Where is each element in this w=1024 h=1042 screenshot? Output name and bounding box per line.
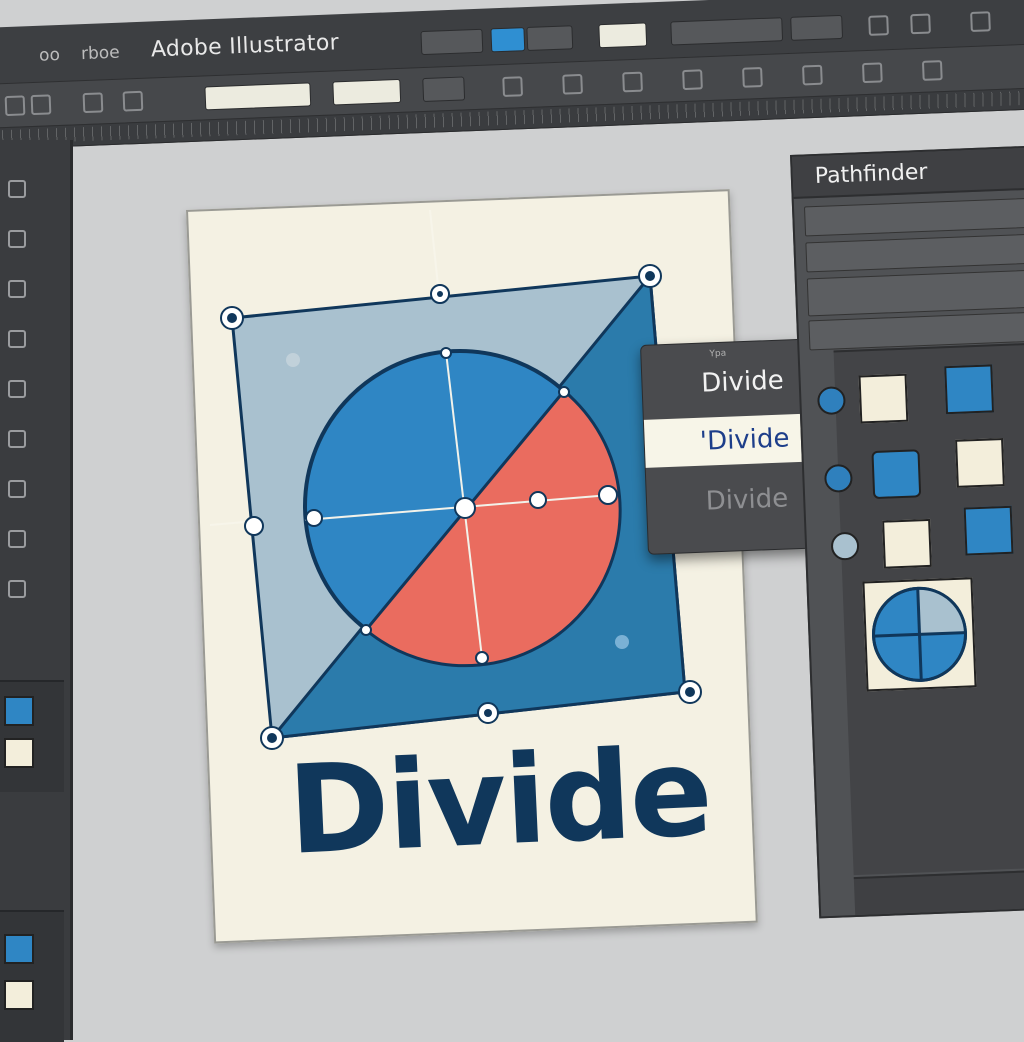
tool-icon[interactable]	[682, 69, 703, 91]
swatch-light[interactable]	[955, 438, 1005, 488]
toolbar-control[interactable]	[598, 22, 648, 49]
swatch-blue[interactable]	[944, 364, 995, 415]
anchor-point	[558, 386, 570, 398]
type-tool-icon[interactable]	[8, 280, 26, 298]
panel-footer	[853, 868, 1024, 916]
anchor-point	[244, 516, 264, 536]
anchor-point	[454, 497, 476, 519]
swatch-dot[interactable]	[823, 463, 853, 493]
swatch-panel	[0, 680, 64, 792]
rotate-tool-icon[interactable]	[8, 430, 26, 448]
tool-icon[interactable]	[802, 64, 823, 86]
selection-tool-icon[interactable]	[8, 180, 26, 198]
tools-panel	[0, 140, 73, 1042]
toolbar-control[interactable]	[670, 17, 784, 46]
eyedropper-tool-icon[interactable]	[8, 530, 26, 548]
stroke-swatch[interactable]	[4, 980, 34, 1010]
swatch-light[interactable]	[858, 373, 909, 424]
swatch-panel	[0, 910, 64, 1042]
toolbar-control[interactable]	[420, 28, 484, 56]
fill-swatch[interactable]	[4, 934, 34, 964]
stroke-swatch[interactable]	[4, 738, 34, 768]
scale-tool-icon[interactable]	[8, 480, 26, 498]
toolbar-control[interactable]	[790, 14, 844, 41]
swatch-dot[interactable]	[830, 531, 860, 561]
tool-icon[interactable]	[742, 67, 763, 88]
tool-icon[interactable]	[622, 71, 643, 93]
sparkle-dot	[286, 353, 300, 367]
tool-icon[interactable]	[862, 62, 883, 84]
divide-preview	[862, 577, 977, 692]
anchor-point	[360, 624, 372, 636]
application-bar: oo rboe Adobe Illustrator	[0, 0, 1024, 150]
swatch-dot[interactable]	[816, 386, 846, 416]
preview-area	[816, 341, 1024, 876]
tool-icon[interactable]	[921, 60, 943, 81]
swatch-blue[interactable]	[963, 505, 1014, 556]
pathfinders-row[interactable]	[805, 232, 1024, 273]
divide-preview-icon	[871, 586, 967, 682]
pen-tool-icon[interactable]	[8, 230, 26, 248]
hand-tool-icon[interactable]	[8, 580, 26, 598]
swatch-blue[interactable]	[871, 449, 922, 500]
tool-icon[interactable]	[562, 73, 583, 95]
tool-icon[interactable]	[30, 94, 52, 116]
anchor-point	[598, 485, 618, 505]
settings-icon[interactable]	[868, 15, 889, 36]
field-input[interactable]	[332, 78, 402, 106]
shape-tool-icon[interactable]	[8, 330, 26, 348]
shape-modes-row[interactable]	[803, 196, 1024, 237]
tool-icon[interactable]	[82, 92, 104, 114]
fill-swatch[interactable]	[4, 696, 34, 726]
menu-tiny-label: Ypa	[709, 348, 727, 360]
toolbar-control[interactable]	[422, 76, 466, 103]
tool-icon[interactable]	[122, 90, 144, 112]
options-row[interactable]	[806, 268, 1024, 317]
menu-item[interactable]: rboe	[81, 43, 120, 64]
anchor-point	[475, 651, 489, 665]
pathfinder-panel: Pathfinder	[790, 144, 1024, 919]
anchor-point	[529, 491, 547, 509]
brush-tool-icon[interactable]	[8, 380, 26, 398]
app-title: Adobe Illustrator	[150, 30, 340, 63]
window-icon[interactable]	[910, 13, 931, 35]
anchor-point	[440, 347, 452, 359]
panel-header: Pathfinder	[792, 146, 1024, 199]
field-input[interactable]	[204, 82, 312, 111]
tool-icon[interactable]	[4, 95, 26, 117]
panel-title: Pathfinder	[814, 159, 928, 190]
tool-icon[interactable]	[502, 76, 524, 97]
anchor-point	[305, 509, 323, 527]
swatch-light[interactable]	[882, 518, 932, 569]
menu-item[interactable]: oo	[39, 45, 61, 66]
window-icon[interactable]	[970, 11, 991, 32]
color-control[interactable]	[490, 27, 526, 53]
sparkle-dot	[615, 635, 629, 649]
toolbar-control[interactable]	[526, 25, 574, 52]
artboard-heading: Divide	[285, 720, 714, 882]
